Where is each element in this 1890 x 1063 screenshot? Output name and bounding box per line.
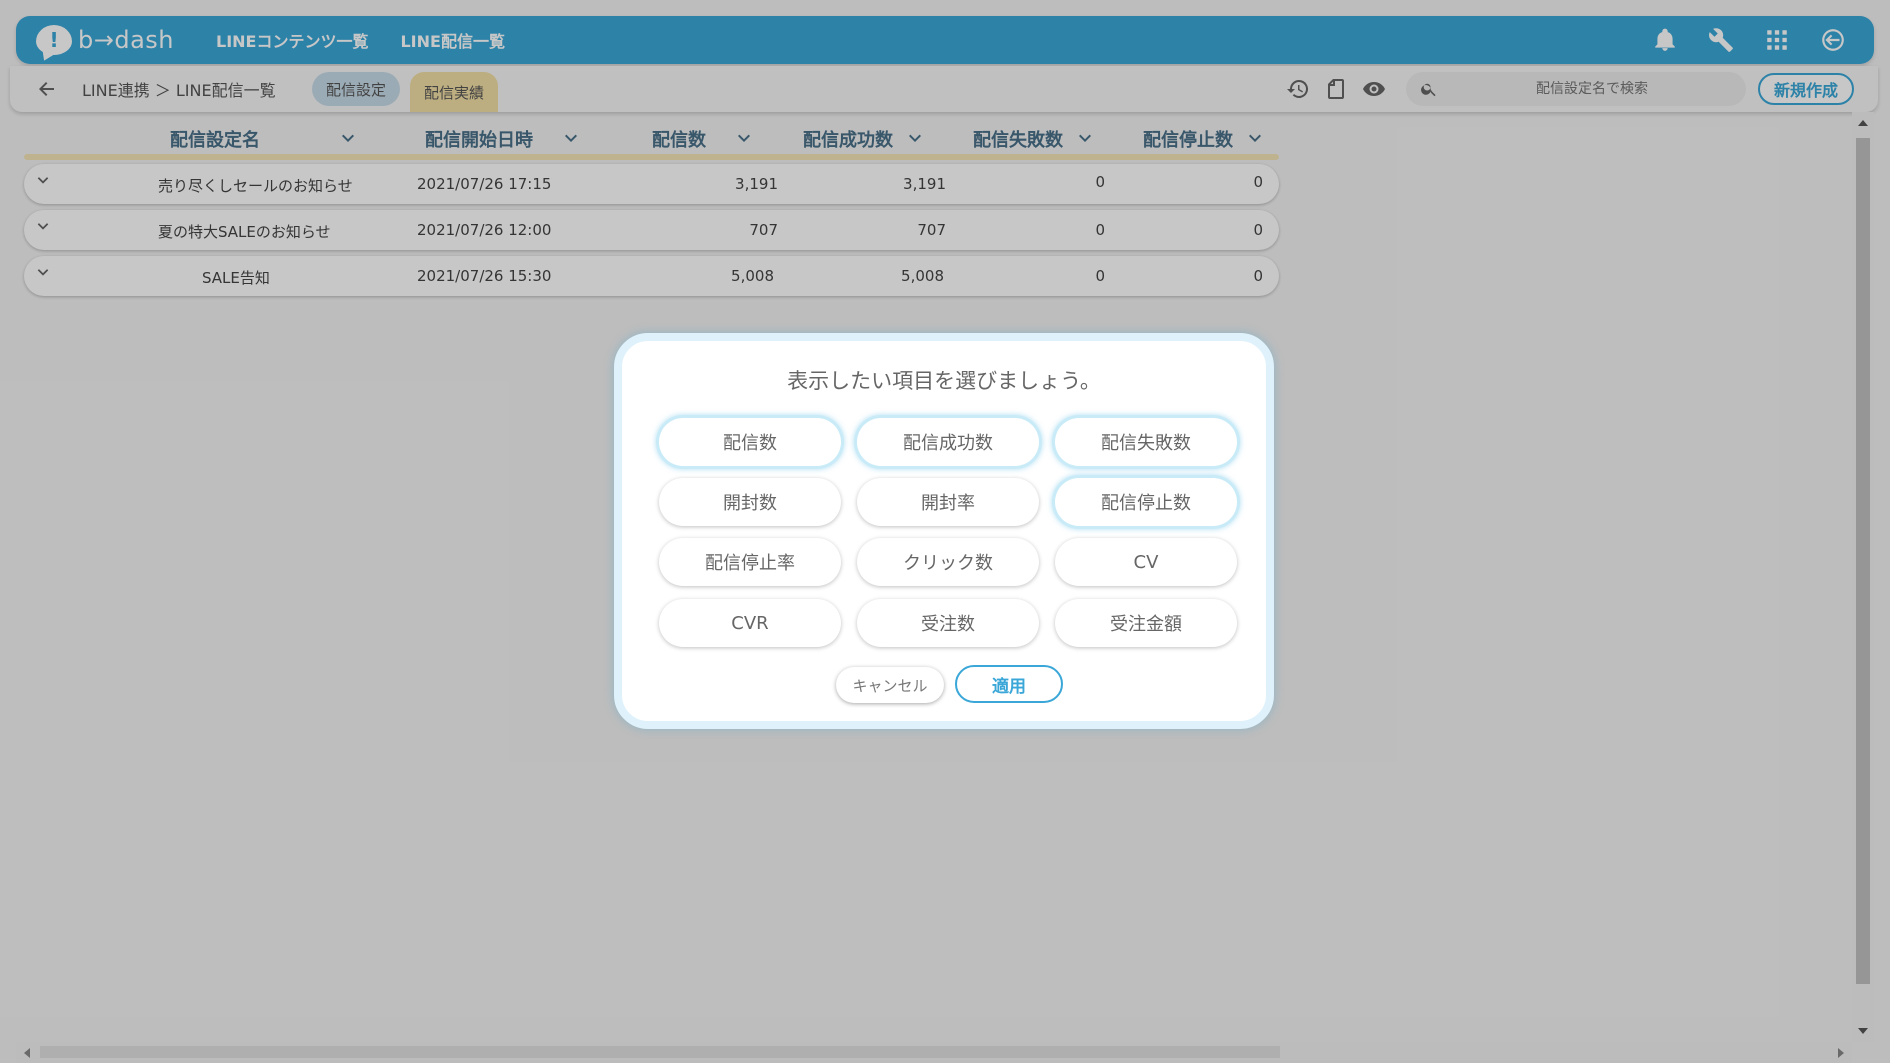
option-success-count[interactable]: 配信成功数 bbox=[857, 418, 1039, 466]
option-stopped-count[interactable]: 配信停止数 bbox=[1055, 478, 1237, 526]
option-open-count[interactable]: 開封数 bbox=[659, 478, 841, 526]
option-sent-count[interactable]: 配信数 bbox=[659, 418, 841, 466]
modal-title: 表示したい項目を選びましょう。 bbox=[787, 369, 1101, 393]
option-open-rate[interactable]: 開封率 bbox=[857, 478, 1039, 526]
option-failed-count[interactable]: 配信失敗数 bbox=[1055, 418, 1237, 466]
option-stop-rate[interactable]: 配信停止率 bbox=[659, 538, 841, 586]
option-order-amount[interactable]: 受注金額 bbox=[1055, 599, 1237, 647]
apply-button[interactable]: 適用 bbox=[955, 665, 1063, 703]
option-order-count[interactable]: 受注数 bbox=[857, 599, 1039, 647]
option-cvr[interactable]: CVR bbox=[659, 599, 841, 647]
cancel-button[interactable]: キャンセル bbox=[836, 667, 944, 703]
option-cv[interactable]: CV bbox=[1055, 538, 1237, 586]
option-click-count[interactable]: クリック数 bbox=[857, 538, 1039, 586]
column-select-modal: 表示したい項目を選びましょう。 配信数 配信成功数 配信失敗数 開封数 開封率 … bbox=[614, 333, 1274, 729]
